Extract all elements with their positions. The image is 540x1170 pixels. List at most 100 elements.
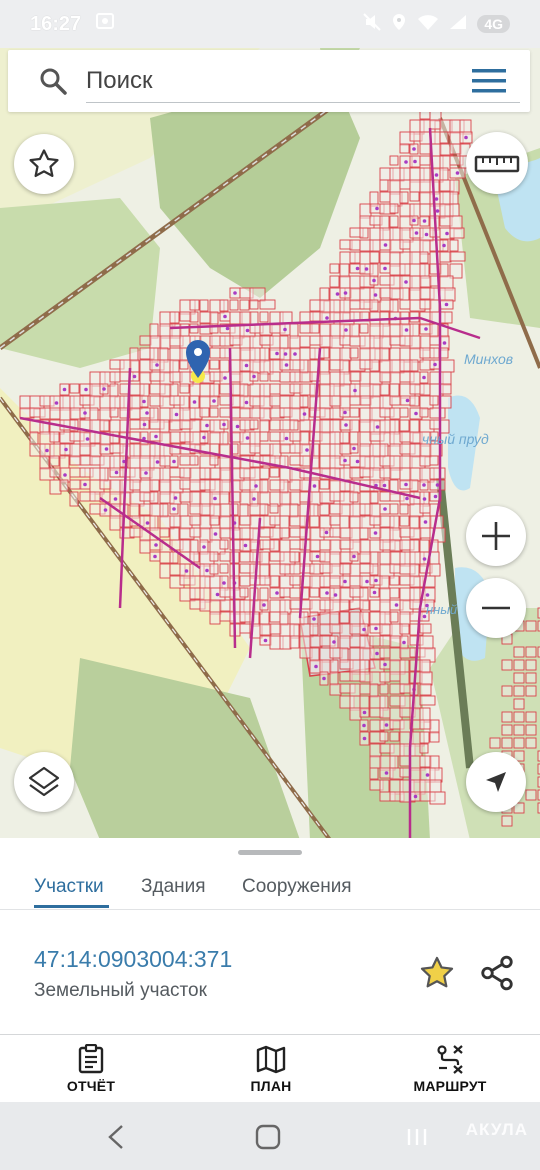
parcel-plot[interactable] (439, 167, 449, 181)
parcel-plot[interactable] (249, 299, 259, 310)
search-bar[interactable]: Поиск (8, 50, 530, 112)
parcel-plot[interactable] (419, 203, 431, 218)
parcel-plot[interactable] (449, 251, 466, 262)
parcel-plot[interactable] (349, 371, 362, 382)
parcel-plot[interactable] (409, 335, 422, 350)
parcel-plot[interactable] (379, 467, 392, 479)
parcel-plot[interactable] (329, 395, 342, 407)
parcel-plot[interactable] (419, 755, 432, 768)
parcel-plot[interactable] (389, 575, 400, 586)
parcel-plot[interactable] (69, 383, 80, 394)
parcel-plot[interactable] (329, 383, 341, 397)
parcel-plot[interactable] (359, 323, 369, 334)
parcel-plot[interactable] (389, 731, 400, 742)
search-icon[interactable] (38, 66, 68, 96)
parcel-plot[interactable] (149, 491, 159, 504)
parcel-plot[interactable] (189, 527, 202, 538)
parcel-plot[interactable] (329, 515, 341, 526)
parcel-plot[interactable] (199, 395, 211, 409)
parcel-plot[interactable] (139, 383, 150, 397)
parcel-plot[interactable] (429, 551, 440, 565)
parcel-plot[interactable] (299, 455, 311, 467)
parcel-plot[interactable] (219, 491, 230, 505)
parcel-plot[interactable] (419, 683, 432, 696)
parcel-plot[interactable] (399, 167, 411, 181)
parcel-plot[interactable] (289, 419, 299, 431)
parcel-plot[interactable] (159, 419, 170, 434)
parcel-plot[interactable] (369, 503, 381, 518)
parcel-plot[interactable] (179, 323, 190, 337)
parcel-plot[interactable] (239, 575, 251, 587)
parcel-plot[interactable] (525, 724, 537, 736)
parcel-plot[interactable] (219, 347, 231, 359)
parcel-plot[interactable] (279, 491, 292, 506)
parcel-plot[interactable] (419, 719, 432, 730)
parcel-plot[interactable] (49, 479, 62, 495)
parcel-plot[interactable] (429, 119, 442, 130)
parcel-plot[interactable] (429, 347, 440, 359)
parcel-plot[interactable] (525, 737, 537, 749)
parcel-plot[interactable] (239, 383, 249, 398)
parcel-plot[interactable] (389, 503, 399, 515)
parcel-plot[interactable] (239, 503, 249, 517)
layers-button[interactable] (14, 752, 74, 812)
parcel-plot[interactable] (399, 755, 411, 767)
parcel-plot[interactable] (449, 239, 459, 252)
parcel-plot[interactable] (369, 299, 379, 312)
tab-buildings[interactable]: Здания (141, 876, 206, 898)
parcel-plot[interactable] (279, 539, 291, 553)
parcel-plot[interactable] (219, 539, 229, 550)
parcel-plot[interactable] (501, 815, 513, 827)
parcel-plot[interactable] (309, 539, 321, 552)
parcel-plot[interactable] (149, 335, 162, 349)
parcel-plot[interactable] (513, 737, 525, 749)
parcel-plot[interactable] (169, 527, 180, 541)
parcel-plot[interactable] (429, 731, 440, 743)
parcel-plot[interactable] (129, 455, 141, 469)
parcel-plot[interactable] (513, 659, 525, 671)
parcel-plot[interactable] (349, 287, 361, 302)
parcel-plot[interactable] (389, 383, 400, 398)
parcel-plot[interactable] (279, 479, 289, 494)
parcel-plot[interactable] (319, 575, 331, 588)
parcel-plot[interactable] (525, 672, 537, 684)
parcel-plot[interactable] (389, 635, 402, 648)
parcel-plot[interactable] (39, 407, 51, 420)
parcel-plot[interactable] (349, 491, 359, 503)
parcel-plot[interactable] (189, 299, 200, 311)
parcel-plot[interactable] (229, 299, 239, 311)
parcel-plot[interactable] (129, 359, 140, 373)
parcel-plot[interactable] (379, 551, 392, 566)
parcel-plot[interactable] (39, 455, 50, 470)
parcel-plot[interactable] (389, 563, 401, 574)
parcel-plot[interactable] (209, 467, 222, 480)
parcel-plot[interactable] (69, 443, 81, 458)
parcel-plot[interactable] (389, 215, 399, 228)
search-input[interactable]: Поиск (86, 59, 520, 103)
parcel-plot[interactable] (399, 299, 411, 310)
parcel-plot[interactable] (109, 371, 121, 383)
parcel-plot[interactable] (389, 587, 400, 599)
parcel-plot[interactable] (219, 359, 230, 373)
parcel-plot[interactable] (501, 724, 513, 736)
parcel-plot[interactable] (249, 467, 261, 481)
parcel-plot[interactable] (159, 455, 171, 467)
parcel-plot[interactable] (189, 383, 201, 397)
parcel-plot[interactable] (389, 395, 402, 406)
parcel-plot[interactable] (319, 611, 331, 626)
favorites-button[interactable] (14, 134, 74, 194)
parcel-plot[interactable] (379, 491, 391, 502)
favorite-star-icon[interactable] (418, 954, 456, 992)
parcel-plot[interactable] (209, 551, 219, 562)
parcel-plot[interactable] (429, 467, 446, 480)
parcel-plot[interactable] (209, 455, 219, 466)
recent-apps-icon[interactable] (404, 1124, 430, 1150)
parcel-plot[interactable] (159, 335, 171, 350)
parcel-plot[interactable] (501, 711, 513, 723)
parcel-plot[interactable] (409, 419, 420, 434)
parcel-plot[interactable] (379, 575, 390, 590)
parcel-plot[interactable] (349, 563, 361, 577)
parcel-plot[interactable] (439, 287, 456, 302)
parcel-plot[interactable] (379, 251, 391, 264)
parcel-plot[interactable] (269, 503, 279, 514)
